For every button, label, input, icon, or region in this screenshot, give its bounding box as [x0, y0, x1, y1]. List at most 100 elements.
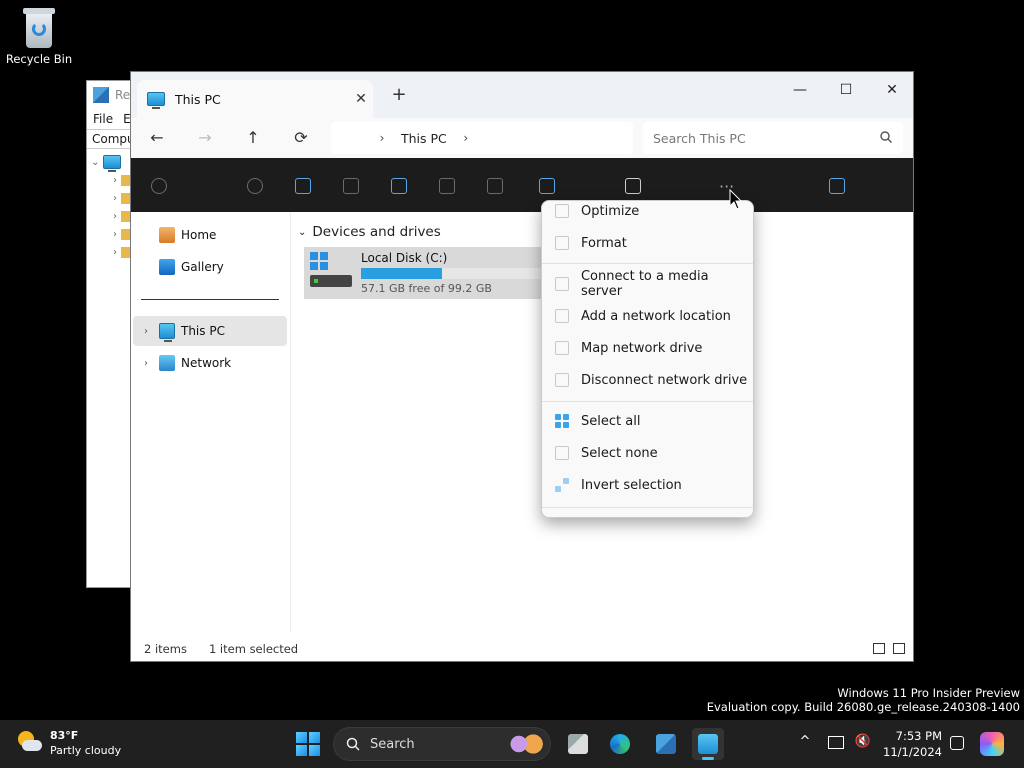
breadcrumb-this-pc[interactable]: This PC: [393, 131, 455, 146]
disconnect-drive-icon: [555, 373, 569, 387]
group-header[interactable]: ⌄ Devices and drives: [298, 224, 441, 240]
menu-item-map-network-drive[interactable]: Map network drive: [542, 332, 753, 364]
clock-date: 11/1/2024: [883, 745, 942, 759]
menu-item-select-none[interactable]: Select none: [542, 437, 753, 469]
chevron-right-icon[interactable]: ›: [133, 358, 159, 369]
file-explorer-taskbar-button[interactable]: [692, 728, 724, 760]
sidebar-item-network[interactable]: › Network: [133, 348, 287, 378]
start-button[interactable]: [296, 732, 320, 756]
menu-item-connect-media-server[interactable]: Connect to a media server: [542, 268, 753, 300]
volume-muted-icon[interactable]: 🔇: [854, 734, 872, 752]
scissors-icon: [247, 178, 263, 194]
menu-item-add-network-location[interactable]: Add a network location: [542, 300, 753, 332]
up-button[interactable]: ↑: [239, 124, 267, 152]
delete-button[interactable]: [487, 176, 503, 196]
share-button[interactable]: [439, 176, 455, 196]
drive-usage-bar: [361, 268, 551, 279]
task-view-button[interactable]: [562, 728, 594, 760]
menu-item-invert-selection[interactable]: Invert selection: [542, 469, 753, 501]
copilot-button[interactable]: [978, 730, 1006, 758]
sidebar-item-home[interactable]: Home: [133, 220, 287, 250]
details-button[interactable]: [829, 176, 845, 196]
details-pane-icon: [829, 178, 845, 194]
menu-item-disconnect-network-drive[interactable]: Disconnect network drive: [542, 364, 753, 396]
menu-item-optimize[interactable]: Optimize: [542, 201, 753, 227]
mouse-cursor-icon: [729, 189, 743, 210]
weather-description: Partly cloudy: [50, 744, 122, 757]
registry-icon: [93, 87, 109, 103]
new-tab-button[interactable]: +: [387, 84, 411, 108]
weather-widget[interactable]: 83°F Partly cloudy: [16, 728, 121, 758]
selection-count: 1 item selected: [208, 642, 299, 656]
close-window-button[interactable]: ✕: [869, 76, 915, 104]
clock[interactable]: 7:53 PM 11/1/2024: [880, 728, 942, 760]
minimize-button[interactable]: —: [777, 76, 823, 104]
copy-button[interactable]: [295, 176, 311, 196]
back-button[interactable]: ←: [143, 124, 171, 152]
sidebar-item-label: Gallery: [181, 260, 224, 274]
weather-temperature: 83°F: [50, 729, 79, 742]
menu-item-format[interactable]: Format: [542, 227, 753, 259]
network-icon: [159, 355, 175, 371]
search-input[interactable]: Search This PC: [643, 122, 903, 154]
cut-button[interactable]: [247, 176, 263, 196]
sidebar-item-label: Network: [181, 356, 232, 370]
edge-button[interactable]: [604, 728, 636, 760]
chevron-right-icon[interactable]: ›: [455, 131, 477, 145]
details-view-icon[interactable]: [873, 643, 885, 654]
gallery-icon: [159, 259, 175, 275]
taskbar-search[interactable]: Search: [333, 727, 551, 761]
chevron-right-icon[interactable]: ›: [371, 131, 393, 145]
new-button[interactable]: [151, 176, 167, 196]
drive-name: Local Disk (C:): [361, 251, 448, 265]
paste-button[interactable]: [343, 176, 359, 196]
maximize-button[interactable]: ☐: [823, 76, 869, 104]
drive-tile-c[interactable]: Local Disk (C:) 57.1 GB free of 99.2 GB: [304, 247, 554, 299]
menu-separator: [542, 507, 753, 508]
chevron-right-icon[interactable]: ›: [133, 326, 159, 337]
menu-item-label: Add a network location: [581, 308, 731, 324]
menu-item-label: Connect to a media server: [580, 269, 709, 299]
menu-item-select-all[interactable]: Select all: [542, 405, 753, 437]
rename-button[interactable]: [391, 176, 407, 196]
registry-editor-taskbar-button[interactable]: [650, 728, 682, 760]
sidebar-item-label: This PC: [181, 324, 225, 338]
search-placeholder: Search This PC: [653, 130, 746, 146]
menu-item-label: Format: [581, 235, 627, 251]
registry-icon: [656, 734, 676, 754]
command-bar: ···: [131, 158, 913, 212]
tab-this-pc[interactable]: This PC ✕: [137, 80, 373, 118]
tab-strip: This PC ✕ + — ☐ ✕: [131, 72, 913, 118]
forward-button[interactable]: →: [191, 124, 219, 152]
taskbar-search-label: Search: [370, 736, 415, 752]
invert-selection-icon: [555, 478, 569, 492]
address-bar[interactable]: › This PC ›: [331, 122, 633, 154]
recycle-bin-desktop-icon[interactable]: Recycle Bin: [4, 8, 74, 66]
tiles-view-icon[interactable]: [893, 643, 905, 654]
menu-separator: [542, 401, 753, 402]
see-more-menu: Optimize Format Connect to a media serve…: [541, 200, 754, 518]
notification-icon[interactable]: [950, 736, 964, 750]
background-window-title: Re: [115, 88, 131, 102]
menu-separator: [542, 263, 753, 264]
navigation-pane: Home Gallery › This PC › Network: [131, 212, 291, 632]
edge-icon: [610, 734, 630, 754]
active-indicator: [702, 757, 714, 760]
refresh-button[interactable]: ⟳: [287, 124, 315, 152]
sort-button[interactable]: [539, 176, 555, 196]
close-tab-button[interactable]: ✕: [349, 91, 373, 107]
sort-icon: [539, 178, 555, 194]
sidebar-item-gallery[interactable]: Gallery: [133, 252, 287, 282]
menu-file[interactable]: File: [93, 112, 113, 126]
status-bar: 2 items 1 item selected: [131, 637, 913, 661]
map-drive-icon: [555, 341, 569, 355]
display-icon[interactable]: [828, 736, 844, 749]
share-icon: [439, 178, 455, 194]
sidebar-item-this-pc[interactable]: › This PC: [133, 316, 287, 346]
file-explorer-window[interactable]: This PC ✕ + — ☐ ✕ ← → ↑ ⟳ › This PC › Se…: [130, 71, 914, 662]
view-button[interactable]: [625, 176, 641, 196]
recycle-bin-label: Recycle Bin: [5, 52, 73, 66]
rename-icon: [391, 178, 407, 194]
show-hidden-icons-button[interactable]: ^: [796, 734, 814, 752]
trash-icon: [487, 178, 503, 194]
